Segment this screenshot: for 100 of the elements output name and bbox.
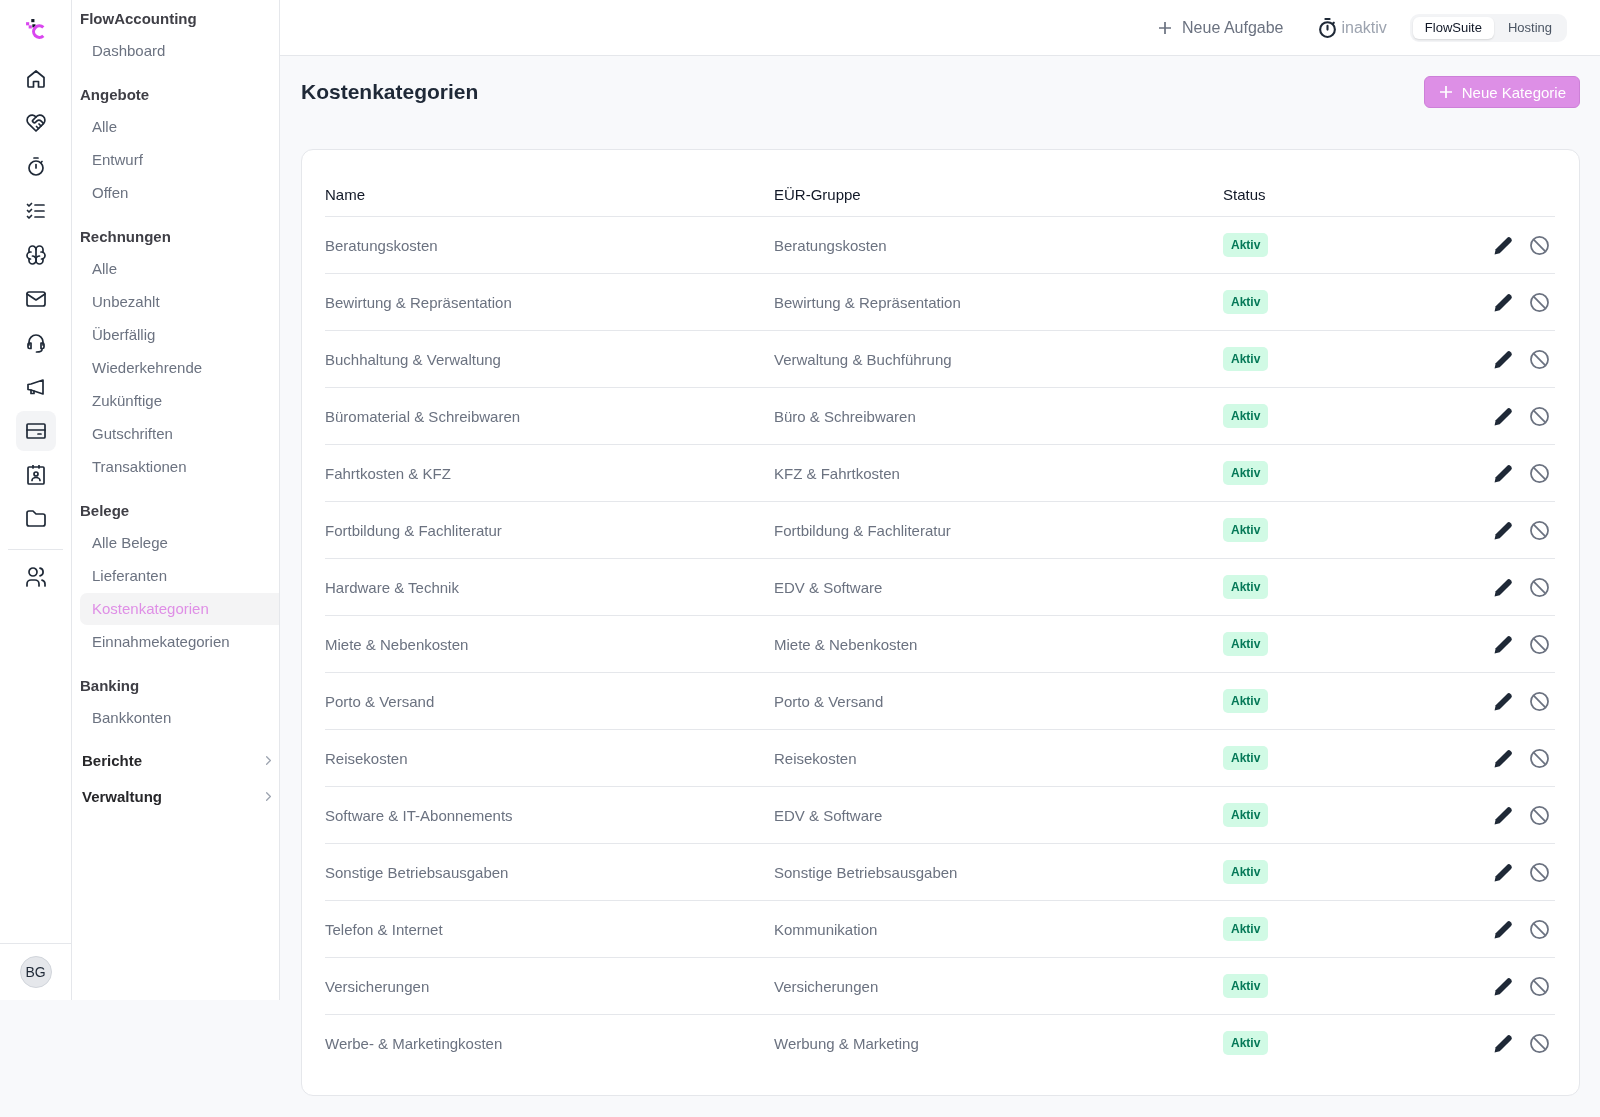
deactivate-button[interactable] — [1529, 235, 1549, 255]
section-heading: Rechnungen — [80, 227, 172, 247]
ban-icon — [1529, 1033, 1549, 1053]
table-cell-text: Porto & Versand — [325, 692, 436, 710]
sidebar-link[interactable]: Dashboard — [80, 35, 279, 67]
sidebar-link[interactable]: Einnahmekategorien — [80, 626, 279, 658]
table-cell-text: Fortbildung & Fachliteratur — [774, 521, 952, 539]
checklist-icon — [25, 201, 46, 221]
stopwatch-icon — [25, 157, 46, 177]
deactivate-button[interactable] — [1529, 976, 1549, 996]
table-cell-text: Verwaltung & Buchführung — [774, 350, 953, 368]
status-badge: Aktiv — [1223, 404, 1269, 428]
table-cell-text: Reisekosten — [774, 749, 858, 767]
deactivate-button[interactable] — [1529, 634, 1549, 654]
sidebar-link[interactable]: Unbezahlt — [80, 286, 279, 318]
edit-button[interactable] — [1493, 463, 1513, 483]
workspace-tab[interactable]: FlowSuite — [1412, 16, 1494, 39]
status-badge: Aktiv — [1223, 233, 1269, 257]
ban-icon — [1529, 235, 1549, 255]
status-badge: Aktiv — [1223, 689, 1269, 713]
sidebar-link[interactable]: Alle Belege — [80, 527, 279, 559]
column-header: Status — [1223, 186, 1267, 203]
status-badge: Aktiv — [1223, 974, 1269, 998]
table-cell-text: Fahrtkosten & KFZ — [325, 464, 452, 482]
ban-icon — [1529, 919, 1549, 939]
section-heading: Angebote — [80, 85, 151, 105]
edit-button[interactable] — [1493, 349, 1513, 369]
plus-icon — [1159, 21, 1172, 34]
table-cell-text: Hardware & Technik — [325, 578, 460, 596]
new-task-button[interactable]: Neue Aufgabe — [1159, 18, 1284, 37]
table-cell-text: Kommunikation — [774, 920, 879, 938]
pencil-icon — [1493, 691, 1513, 711]
sidebar-link[interactable]: Zukünftige — [80, 385, 279, 417]
pencil-icon — [1493, 463, 1513, 483]
section-heading: Banking — [80, 676, 141, 696]
deactivate-button[interactable] — [1529, 691, 1549, 711]
table-cell-text: Versicherungen — [774, 977, 880, 995]
pencil-icon — [1493, 919, 1513, 939]
table-cell-text: Miete & Nebenkosten — [774, 635, 919, 653]
deactivate-button[interactable] — [1529, 577, 1549, 597]
table-cell-text: Werbung & Marketing — [774, 1034, 920, 1052]
edit-button[interactable] — [1493, 634, 1513, 654]
pencil-icon — [1493, 520, 1513, 540]
status-badge: Aktiv — [1223, 1031, 1269, 1055]
table-cell-text: Bewirtung & Repräsentation — [325, 293, 513, 311]
table-cell-text: Bewirtung & Repräsentation — [774, 293, 962, 311]
table-cell-text: Sonstige Betriebsausgaben — [325, 863, 510, 881]
sidebar-link[interactable]: Wiederkehrende — [80, 352, 279, 384]
sidebar-link[interactable]: Alle — [80, 253, 279, 285]
user-avatar[interactable]: BG — [19, 956, 52, 988]
deactivate-button[interactable] — [1529, 349, 1549, 369]
deactivate-button[interactable] — [1529, 520, 1549, 540]
deactivate-button[interactable] — [1529, 805, 1549, 825]
edit-button[interactable] — [1493, 976, 1513, 996]
deactivate-button[interactable] — [1529, 919, 1549, 939]
status-badge: Aktiv — [1223, 347, 1269, 371]
edit-button[interactable] — [1493, 1033, 1513, 1053]
edit-button[interactable] — [1493, 292, 1513, 312]
deactivate-button[interactable] — [1529, 292, 1549, 312]
pencil-icon — [1493, 577, 1513, 597]
ban-icon — [1529, 292, 1549, 312]
timer-button[interactable]: inaktiv — [1319, 17, 1387, 38]
sidebar-link[interactable]: Transaktionen — [80, 451, 279, 483]
id-badge-icon — [25, 465, 46, 485]
sidebar-group-toggle[interactable]: Berichte — [80, 742, 279, 778]
table-cell-text: Telefon & Internet — [325, 920, 444, 938]
edit-button[interactable] — [1493, 805, 1513, 825]
sidebar-group-toggle[interactable]: Verwaltung — [80, 778, 279, 814]
deactivate-button[interactable] — [1529, 862, 1549, 882]
deactivate-button[interactable] — [1529, 406, 1549, 426]
edit-button[interactable] — [1493, 919, 1513, 939]
deactivate-button[interactable] — [1529, 748, 1549, 768]
ban-icon — [1529, 862, 1549, 882]
table-cell-text: EDV & Software — [774, 578, 884, 596]
table-cell-text: Büromaterial & Schreibwaren — [325, 407, 522, 425]
sidebar-link[interactable]: Überfällig — [80, 319, 279, 351]
sidebar-link[interactable]: Lieferanten — [80, 560, 279, 592]
sidebar-link[interactable]: Gutschriften — [80, 418, 279, 450]
ban-icon — [1529, 748, 1549, 768]
status-badge: Aktiv — [1223, 803, 1269, 827]
sidebar-link[interactable]: Offen — [80, 177, 279, 209]
edit-button[interactable] — [1493, 235, 1513, 255]
workspace-tab[interactable]: Hosting — [1495, 16, 1564, 39]
rail-nav-button[interactable] — [15, 411, 56, 451]
ban-icon — [1529, 463, 1549, 483]
edit-button[interactable] — [1493, 862, 1513, 882]
edit-button[interactable] — [1493, 748, 1513, 768]
edit-button[interactable] — [1493, 577, 1513, 597]
deactivate-button[interactable] — [1529, 463, 1549, 483]
sidebar-link[interactable]: Entwurf — [80, 144, 279, 176]
table-cell-text: Beratungskosten — [325, 236, 439, 254]
ban-icon — [1529, 406, 1549, 426]
sidebar-link[interactable]: Alle — [80, 111, 279, 143]
pencil-icon — [1493, 349, 1513, 369]
sidebar-link[interactable]: Bankkonten — [80, 702, 279, 734]
deactivate-button[interactable] — [1529, 1033, 1549, 1053]
edit-button[interactable] — [1493, 520, 1513, 540]
pencil-icon — [1493, 805, 1513, 825]
edit-button[interactable] — [1493, 406, 1513, 426]
edit-button[interactable] — [1493, 691, 1513, 711]
